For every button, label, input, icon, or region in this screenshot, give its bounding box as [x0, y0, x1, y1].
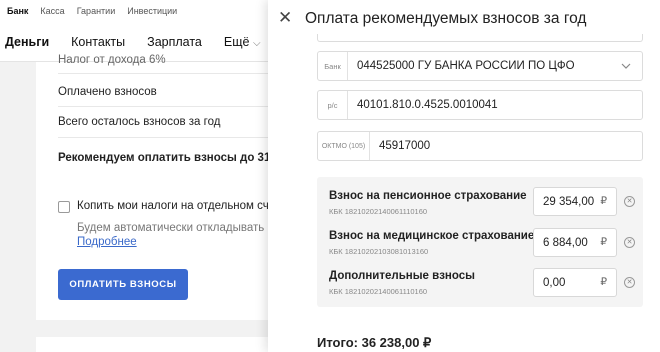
divider [58, 137, 298, 138]
topnav-guarantees[interactable]: Гарантии [77, 6, 116, 16]
topnav-kassa[interactable]: Касса [40, 6, 64, 16]
account-prefix: р/с [318, 91, 348, 119]
account-value: 40101.810.0.4525.0010041 [357, 99, 498, 111]
remove-circle-icon[interactable]: ✕ [624, 277, 635, 288]
remaining-fees-label: Всего осталось взносов за год [58, 116, 221, 128]
fee-amount: 29 354,00 [543, 195, 595, 208]
chevron-down-icon[interactable] [620, 60, 632, 72]
fee-kbk: КБК 18210202140061110160 [329, 207, 428, 216]
nav-more[interactable]: Ещё ⌵ [224, 35, 261, 49]
account-field[interactable]: р/с 40101.810.0.4525.0010041 [317, 90, 643, 120]
fee-kbk: КБК 18210202103081013160 [329, 247, 429, 256]
oktmo-value: 45917000 [379, 140, 431, 152]
field-above-partial [317, 34, 643, 42]
nav-contacts[interactable]: Контакты [71, 35, 125, 49]
currency-sign: ₽ [600, 276, 607, 288]
remove-circle-icon[interactable]: ✕ [624, 237, 635, 248]
total-amount: Итого: 36 238,00 ₽ [317, 335, 432, 350]
nav-salary[interactable]: Зарплата [147, 35, 202, 49]
fee-amount: 0,00 [543, 276, 566, 289]
fee-amount-input[interactable]: 29 354,00 ₽ [533, 187, 617, 216]
divider [58, 73, 298, 74]
bank-prefix: Банк [318, 52, 348, 80]
fee-name: Взнос на пенсионное страхование [329, 190, 527, 202]
bank-value: 044525000 ГУ БАНКА РОССИИ ПО ЦФО [357, 60, 575, 72]
oktmo-field[interactable]: ОКТМО (105) 45917000 [317, 131, 643, 161]
fee-amount-input[interactable]: 0,00 ₽ [533, 268, 617, 297]
topnav-investments[interactable]: Инвестиции [127, 6, 177, 16]
save-taxes-label: Копить мои налоги на отдельном счете [77, 200, 287, 212]
close-icon[interactable]: ✕ [278, 9, 292, 26]
save-taxes-checkbox[interactable] [58, 201, 70, 213]
oktmo-prefix: ОКТМО (105) [318, 132, 370, 160]
nav-more-label: Ещё [223, 34, 250, 49]
topnav-bank[interactable]: Банк [7, 6, 28, 16]
remove-circle-icon[interactable]: ✕ [624, 196, 635, 207]
pay-fees-button[interactable]: ОПЛАТИТЬ ВЗНОСЫ [58, 269, 188, 300]
chevron-down-icon: ⌵ [252, 37, 261, 49]
fees-block: Взнос на пенсионное страхование КБК 1821… [317, 177, 643, 307]
more-info-link[interactable]: Подробнее [77, 236, 137, 248]
payment-panel: ✕ Оплата рекомендуемых взносов за год Ба… [268, 0, 660, 352]
paid-fees-label: Оплачено взносов [58, 86, 157, 98]
panel-header: ✕ Оплата рекомендуемых взносов за год [268, 0, 660, 38]
fee-amount-input[interactable]: 6 884,00 ₽ [533, 228, 617, 257]
currency-sign: ₽ [600, 195, 607, 207]
fee-kbk: КБК 18210202140061110160 [329, 287, 428, 296]
fee-amount: 6 884,00 [543, 236, 588, 249]
fee-name: Дополнительные взносы [329, 270, 475, 282]
fee-name: Взнос на медицинское страхование [329, 230, 535, 242]
currency-sign: ₽ [600, 236, 607, 248]
tax-row-partial: Налог от дохода 6% [58, 54, 166, 66]
panel-title: Оплата рекомендуемых взносов за год [305, 10, 587, 27]
nav-money[interactable]: Деньги [5, 35, 49, 49]
divider [58, 106, 298, 107]
bank-select[interactable]: Банк 044525000 ГУ БАНКА РОССИИ ПО ЦФО [317, 51, 643, 81]
